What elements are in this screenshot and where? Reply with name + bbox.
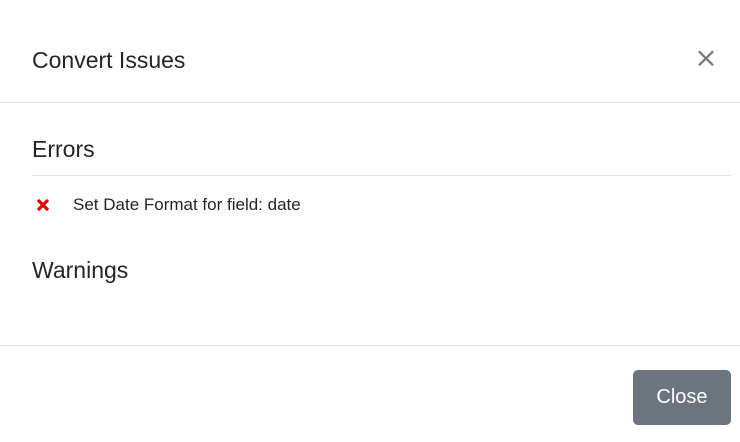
error-item: Set Date Format for field: date xyxy=(35,191,301,219)
error-x-icon xyxy=(36,198,50,212)
error-item-text: Set Date Format for field: date xyxy=(73,195,301,214)
errors-list: Set Date Format for field: date xyxy=(35,191,301,219)
modal-title: Convert Issues xyxy=(32,47,186,73)
warnings-heading: Warnings xyxy=(32,257,129,283)
errors-divider xyxy=(32,175,731,176)
errors-heading: Errors xyxy=(32,136,95,162)
convert-issues-modal: Convert Issues × Errors Set Date Format … xyxy=(0,0,740,442)
modal-header: Convert Issues × xyxy=(0,0,740,103)
close-icon[interactable]: × xyxy=(694,42,718,74)
modal-footer: Close xyxy=(0,345,740,442)
close-button[interactable]: Close xyxy=(633,370,731,425)
modal-body: Errors Set Date Format for field: date W… xyxy=(0,103,740,345)
